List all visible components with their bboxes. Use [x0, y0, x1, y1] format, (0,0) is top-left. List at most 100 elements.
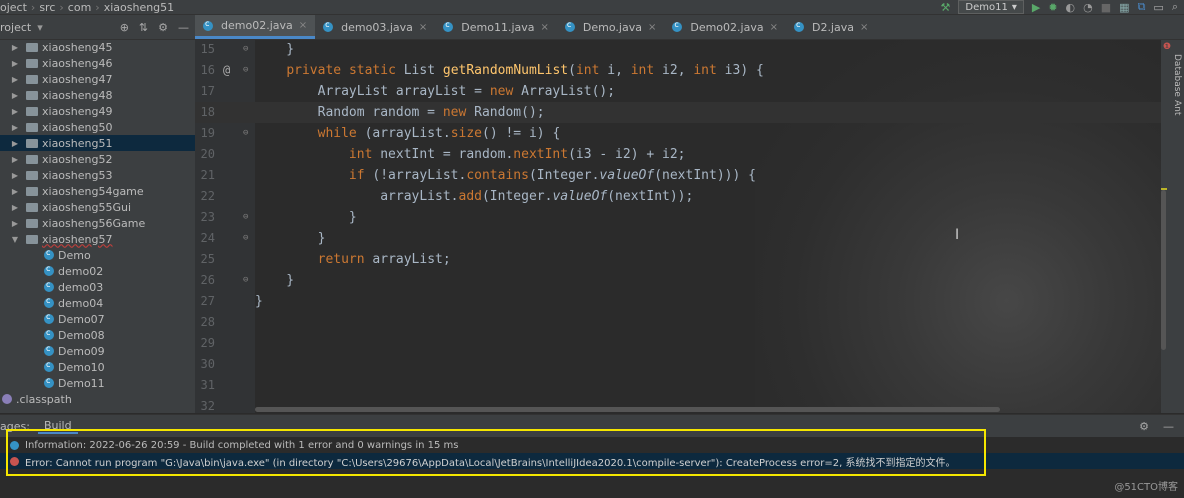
- coverage-icon[interactable]: ◐: [1066, 1, 1076, 14]
- chevron-right-icon[interactable]: ▶: [10, 203, 20, 212]
- tree-item[interactable]: ▶xiaosheng50: [0, 119, 195, 135]
- tree-item[interactable]: demo03: [0, 279, 195, 295]
- tree-item[interactable]: ▶xiaosheng48: [0, 87, 195, 103]
- tree-item[interactable]: ▶xiaosheng49: [0, 103, 195, 119]
- code-line[interactable]: 18 Random random = new Random();: [195, 102, 1161, 123]
- breadcrumb-item[interactable]: xiaosheng51: [104, 1, 174, 14]
- chevron-right-icon[interactable]: ▶: [10, 107, 20, 116]
- code-line[interactable]: 20 int nextInt = random.nextInt(i3 - i2)…: [195, 144, 1161, 165]
- project-panel-title[interactable]: roject: [0, 21, 31, 34]
- chevron-right-icon[interactable]: ▶: [10, 75, 20, 84]
- error-stripe-icon[interactable]: ❶: [1163, 42, 1171, 52]
- chevron-down-icon[interactable]: ▾: [37, 21, 43, 34]
- tree-item[interactable]: Demo10: [0, 359, 195, 375]
- code-line[interactable]: 15⊖ }: [195, 40, 1161, 60]
- run-icon[interactable]: ▶: [1032, 1, 1040, 14]
- stop-icon[interactable]: ■: [1101, 1, 1111, 14]
- tree-item[interactable]: demo04: [0, 295, 195, 311]
- fold-marker-icon[interactable]: ⊖: [243, 40, 248, 60]
- database-tool-button[interactable]: Database: [1172, 54, 1182, 97]
- fold-marker-icon[interactable]: ⊖: [243, 228, 248, 249]
- chevron-down-icon[interactable]: ▼: [10, 235, 20, 244]
- tree-item[interactable]: ▶xiaosheng47: [0, 71, 195, 87]
- fold-marker-icon[interactable]: ⊖: [243, 270, 248, 291]
- chevron-right-icon[interactable]: ▶: [10, 43, 20, 52]
- tree-item[interactable]: ▼xiaosheng57: [0, 231, 195, 247]
- code-editor[interactable]: 15⊖ }16@⊖ private static List getRandomN…: [195, 40, 1161, 413]
- close-icon[interactable]: ×: [860, 22, 868, 33]
- project-structure-icon[interactable]: ▦: [1119, 1, 1129, 14]
- tree-item[interactable]: ▶xiaosheng45: [0, 39, 195, 55]
- code-line[interactable]: 23⊖ }: [195, 207, 1161, 228]
- run-config-select[interactable]: Demo11 ▾: [958, 0, 1023, 14]
- code-line[interactable]: 26⊖ }: [195, 270, 1161, 291]
- minimize-icon[interactable]: —: [1163, 420, 1174, 433]
- code-line[interactable]: 22 arrayList.add(Integer.valueOf(nextInt…: [195, 186, 1161, 207]
- code-line[interactable]: 29: [195, 333, 1161, 354]
- tree-item[interactable]: ▶xiaosheng51: [0, 135, 195, 151]
- editor-tab[interactable]: demo02.java×: [195, 15, 315, 39]
- editor-tab[interactable]: Demo02.java×: [664, 15, 786, 39]
- close-icon[interactable]: ×: [541, 22, 549, 33]
- close-icon[interactable]: ×: [648, 22, 656, 33]
- editor-tab[interactable]: Demo11.java×: [435, 15, 557, 39]
- chevron-right-icon[interactable]: ▶: [10, 123, 20, 132]
- code-line[interactable]: 16@⊖ private static List getRandomNumLis…: [195, 60, 1161, 81]
- gear-icon[interactable]: ⚙: [158, 21, 168, 34]
- locate-icon[interactable]: ⊕: [120, 21, 129, 34]
- tree-item[interactable]: ▶xiaosheng46: [0, 55, 195, 71]
- code-line[interactable]: 31: [195, 375, 1161, 396]
- chevron-right-icon[interactable]: ▶: [10, 59, 20, 68]
- fold-marker-icon[interactable]: ⊖: [243, 123, 248, 144]
- chevron-right-icon[interactable]: ▶: [10, 171, 20, 180]
- chevron-right-icon[interactable]: ▶: [10, 219, 20, 228]
- close-icon[interactable]: ×: [770, 22, 778, 33]
- tree-item[interactable]: ▶xiaosheng56Game: [0, 215, 195, 231]
- tree-item[interactable]: ▶xiaosheng53: [0, 167, 195, 183]
- code-line[interactable]: 21 if (!arrayList.contains(Integer.value…: [195, 165, 1161, 186]
- chevron-right-icon[interactable]: ▶: [10, 139, 20, 148]
- tree-item[interactable]: Demo07: [0, 311, 195, 327]
- breadcrumb-item[interactable]: oject: [0, 1, 27, 14]
- horizontal-scrollbar[interactable]: [255, 407, 1000, 412]
- minimize-icon[interactable]: —: [178, 21, 189, 34]
- code-line[interactable]: 24⊖ }: [195, 228, 1161, 249]
- tree-item[interactable]: ▶xiaosheng55Gui: [0, 199, 195, 215]
- search-icon[interactable]: ⌕: [1172, 0, 1178, 14]
- tree-item[interactable]: Demo: [0, 247, 195, 263]
- tree-item[interactable]: Demo11: [0, 375, 195, 391]
- breadcrumb-item[interactable]: com: [68, 1, 92, 14]
- code-line[interactable]: 17 ArrayList arrayList = new ArrayList()…: [195, 81, 1161, 102]
- code-line[interactable]: 28: [195, 312, 1161, 333]
- tree-item[interactable]: Demo08: [0, 327, 195, 343]
- tree-item[interactable]: ▶xiaosheng52: [0, 151, 195, 167]
- window-icon[interactable]: ▭: [1153, 1, 1163, 14]
- breadcrumb-item[interactable]: src: [39, 1, 55, 14]
- collapse-icon[interactable]: ⇅: [139, 21, 148, 34]
- editor-tab[interactable]: demo03.java×: [315, 15, 435, 39]
- chevron-right-icon[interactable]: ▶: [10, 155, 20, 164]
- search-everywhere-icon[interactable]: ⧉: [1138, 0, 1146, 14]
- tree-item[interactable]: ▶xiaosheng54game: [0, 183, 195, 199]
- scrollbar-thumb[interactable]: [1161, 190, 1166, 350]
- fold-marker-icon[interactable]: ⊖: [243, 60, 248, 81]
- editor-tab[interactable]: Demo.java×: [557, 15, 664, 39]
- debug-icon[interactable]: ✹: [1048, 1, 1057, 14]
- code-line[interactable]: 27}: [195, 291, 1161, 312]
- code-line[interactable]: 25 return arrayList;: [195, 249, 1161, 270]
- ant-tool-button[interactable]: Ant: [1172, 100, 1182, 115]
- code-line[interactable]: 19⊖ while (arrayList.size() != i) {: [195, 123, 1161, 144]
- code-line[interactable]: 30: [195, 354, 1161, 375]
- chevron-right-icon[interactable]: ▶: [10, 187, 20, 196]
- tree-item[interactable]: Demo09: [0, 343, 195, 359]
- override-marker-icon[interactable]: @: [223, 60, 230, 81]
- tree-item[interactable]: demo02: [0, 263, 195, 279]
- hammer-icon[interactable]: ⚒: [941, 1, 951, 14]
- gear-icon[interactable]: ⚙: [1139, 420, 1149, 433]
- tree-item[interactable]: .classpath: [0, 391, 195, 407]
- editor-tab[interactable]: D2.java×: [786, 15, 876, 39]
- close-icon[interactable]: ×: [299, 20, 307, 31]
- fold-marker-icon[interactable]: ⊖: [243, 207, 248, 228]
- profile-icon[interactable]: ◔: [1083, 1, 1093, 14]
- close-icon[interactable]: ×: [419, 22, 427, 33]
